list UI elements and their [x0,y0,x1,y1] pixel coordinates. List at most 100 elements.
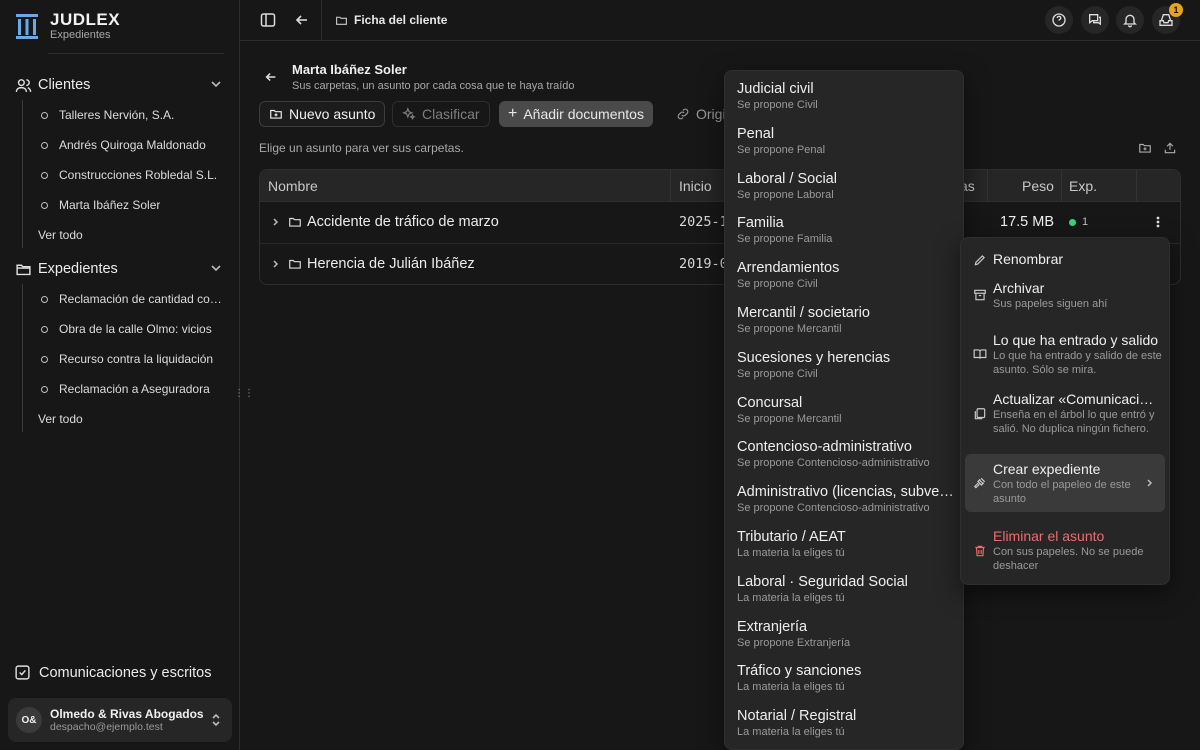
chevron-right-icon[interactable] [271,259,281,269]
table-header: Nombre Inicio as Peso Exp. [260,170,1180,202]
materia-option[interactable]: Laboral · Seguridad Social La materia la … [737,574,957,605]
materia-option-hint: Se propone Civil [737,367,818,380]
menu-item-description: Con todo el papeleo de este asunto [993,479,1131,505]
matter-name: Accidente de tráfico de marzo [307,214,499,230]
new-folder-icon[interactable] [1138,141,1152,155]
divider [48,53,224,54]
column-header-name[interactable]: Nombre [268,178,318,194]
sidebar-item-label: Marta Ibáñez Soler [59,198,161,212]
brand-name: JUDLEX [50,10,121,29]
materia-option[interactable]: Tráfico y sanciones La materia la eliges … [737,663,957,694]
materia-option-hint: Se propone Civil [737,99,818,111]
see-all-files-link[interactable]: Ver todo [38,412,83,426]
materia-option[interactable]: Concursal Se propone Mercantil [737,395,957,426]
topbar: Ficha del cliente 1 [240,0,1200,41]
materia-option-label: Arrendamientos [737,260,840,277]
materia-option[interactable]: Sucesiones y herencias Se propone Civil [737,350,957,381]
status-dot-icon [1069,218,1076,226]
column-header-start[interactable]: Inicio [679,178,712,194]
sidebar-section-files[interactable]: Expedientes [0,254,240,284]
sidebar-item-file[interactable]: Recurso contra la liquidación [38,346,228,372]
notifications-button[interactable] [1116,6,1144,34]
resize-handle-icon[interactable]: ⋮⋮ [234,388,254,402]
breadcrumb-label: Ficha del cliente [354,13,448,27]
sidebar-item-comms[interactable]: Comunicaciones y escritos [14,664,211,681]
materia-option-hint: Se propone Penal [737,143,826,156]
back-arrow-icon[interactable] [264,70,278,84]
folder-icon [336,16,347,25]
brand[interactable]: JUDLEX Expedientes [14,10,120,41]
materia-option-label: Laboral / Social [737,170,837,187]
materia-dropdown: Judicial civil Se propone Civil Penal Se pr… [724,70,964,750]
chevron-down-icon[interactable] [210,262,222,274]
classify-button[interactable]: Clasificar [392,101,490,127]
create-file-menu-item[interactable]: Crear expediente Con todo el papeleo de … [965,454,1165,512]
sidebar-item-label: Recurso contra la liquidación [59,352,214,366]
delete-matter-menu-item[interactable]: Eliminar el asunto Con sus papeles. No s… [965,522,1165,578]
plus-icon: + [508,105,518,122]
materia-option[interactable]: Mercantil / societario Se propone Mercant… [737,305,957,336]
materia-option[interactable]: Laboral / Social Se propone Laboral [737,171,957,202]
column-header-weight[interactable]: Peso [1022,178,1054,194]
materia-option[interactable]: Administrativo (licencias, subvenciones)… [737,484,957,515]
book-icon [973,349,987,359]
menu-item-description: Sus papeles siguen ahí [993,298,1108,310]
materia-option-label: Penal [737,125,775,142]
materia-option[interactable]: Extranjería Se propone Extranjería [737,619,957,650]
pencil-icon [974,255,985,266]
materia-option[interactable]: Tributario / AEAT La materia la eliges tú [737,529,957,560]
materia-option[interactable]: Familia Se propone Familia [737,215,957,246]
see-all-clients-link[interactable]: Ver todo [38,228,83,242]
chevron-down-icon[interactable] [210,78,222,90]
history-menu-item[interactable]: Lo que ha entrado y salido Lo que ha ent… [965,328,1165,380]
sidebar-item-client[interactable]: Talleres Nervión, S.A. [38,102,228,128]
link-icon [677,108,689,120]
chevron-right-icon[interactable] [271,217,281,227]
divider [1061,170,1062,202]
menu-item-label: Crear expediente [993,461,1101,477]
bullet-icon [41,295,48,303]
sidebar: JUDLEX Expedientes Clientes Talleres Ner… [0,0,254,750]
sidebar-item-client[interactable]: Marta Ibáñez Soler [38,192,228,218]
sidebar-item-file[interactable]: Obra de la calle Olmo: vicios [38,316,228,342]
back-arrow-icon[interactable] [294,12,310,28]
sidebar-item-label: Reclamación de cantidad contra [59,292,228,306]
more-vertical-icon[interactable] [1151,214,1165,230]
materia-option[interactable]: Contencioso-administrativo Se propone Con… [737,439,957,470]
update-comms-menu-item[interactable]: Actualizar «Comunicaciones» Enseña en el… [965,386,1165,442]
menu-item-description: Con sus papeles. No se puede deshacer [993,546,1144,572]
materia-option-hint: Se propone Familia [737,233,833,246]
account-switcher[interactable]: O& Olmedo & Rivas Abogados despacho@ejem… [8,698,232,742]
sidebar-section-clients[interactable]: Clientes [0,70,240,100]
column-header-exp[interactable]: Exp. [1069,178,1097,194]
materia-option-hint: Se propone Civil [737,278,818,291]
gavel-icon [973,477,986,489]
add-documents-button[interactable]: + Añadir documentos [499,101,653,127]
page-title: Marta Ibáñez Soler [292,62,407,77]
inbox-button[interactable]: 1 [1152,3,1183,34]
help-button[interactable] [1045,6,1073,34]
sidebar-item-file[interactable]: Reclamación de cantidad contra [38,286,228,312]
materia-option[interactable]: Penal Se propone Penal [737,126,957,157]
materia-option-label: Judicial civil [737,81,814,97]
rename-menu-item[interactable]: Renombrar [965,246,1165,276]
folder-icon [289,259,301,269]
messages-button[interactable] [1081,6,1109,34]
divider [321,0,322,41]
files-icon [974,408,986,420]
materia-option[interactable]: Judicial civil Se propone Civil [737,81,957,112]
sidebar-item-client[interactable]: Construcciones Robledal S.L. [38,162,228,188]
sidebar-toggle-icon[interactable] [260,12,276,28]
sidebar-item-file[interactable]: Reclamación a Aseguradora [38,376,228,402]
materia-option-hint: Se propone Extranjería [737,636,851,649]
button-label: Clasificar [422,106,480,122]
folder-icon [289,217,301,227]
archive-menu-item[interactable]: Archivar Sus papeles siguen ahí [965,276,1165,316]
materia-option[interactable]: Notarial / Registral La materia la eliges… [737,708,957,739]
sidebar-item-client[interactable]: Andrés Quiroga Maldonado [38,132,228,158]
tree-line [22,100,23,248]
upload-icon[interactable] [1163,141,1177,155]
new-matter-button[interactable]: Nuevo asunto [259,101,386,127]
materia-option[interactable]: Arrendamientos Se propone Civil [737,260,957,291]
bullet-icon [41,171,48,179]
